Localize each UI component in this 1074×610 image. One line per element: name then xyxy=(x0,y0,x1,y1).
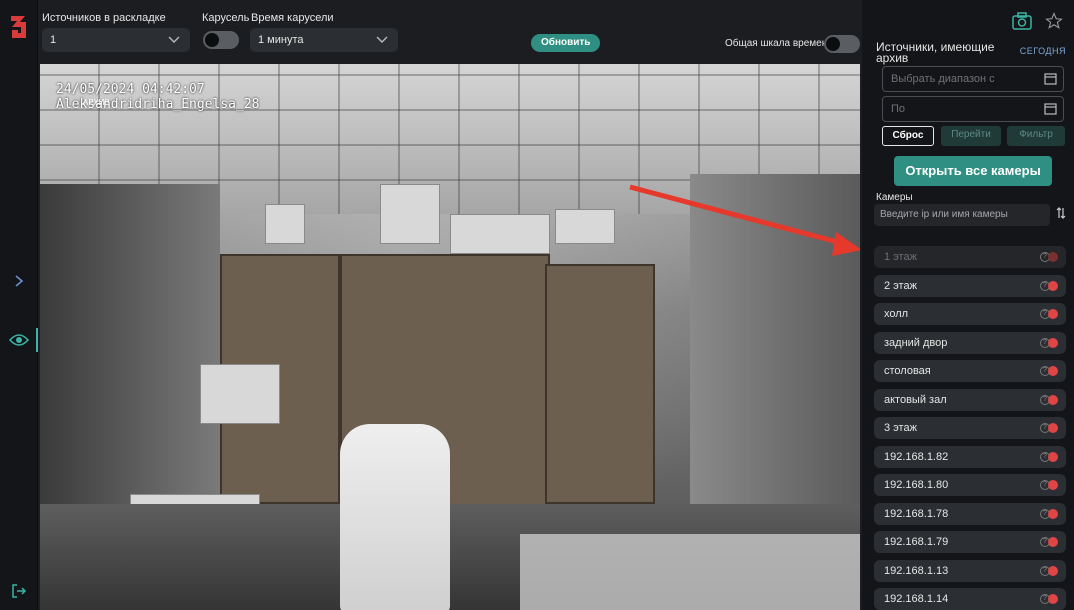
camera-status: ? xyxy=(1040,594,1058,604)
active-indicator xyxy=(36,328,38,352)
reset-button[interactable]: Сброс xyxy=(882,126,934,146)
offline-status-icon xyxy=(1048,594,1058,604)
snapshot-camera-icon[interactable] xyxy=(1012,12,1032,30)
camera-list-item[interactable]: столовая? xyxy=(874,360,1066,382)
camera-list-item[interactable]: 192.168.1.13? xyxy=(874,559,1066,582)
expand-chevron-icon[interactable] xyxy=(8,270,30,292)
sort-icon[interactable] xyxy=(1056,207,1066,219)
calendar-icon[interactable] xyxy=(1044,72,1057,85)
range-from-input[interactable]: Выбрать диапазон с xyxy=(882,66,1064,92)
top-toolbar: Источников в раскладке 1 Карусель Время … xyxy=(38,0,860,62)
cameras-label: Камеры xyxy=(876,192,913,203)
today-link[interactable]: СЕГОДНЯ xyxy=(1020,46,1066,56)
camera-status: ? xyxy=(1040,394,1058,405)
layout-sources-value: 1 xyxy=(50,34,57,46)
camera-name: 2 этаж xyxy=(884,279,917,292)
camera-status: ? xyxy=(1040,337,1058,348)
offline-status-icon xyxy=(1048,508,1058,519)
camera-status: ? xyxy=(1040,537,1058,547)
layout-sources-label: Источников в раскладке xyxy=(42,12,166,24)
refresh-button[interactable]: Обновить xyxy=(531,34,601,52)
logout-icon[interactable] xyxy=(8,580,30,602)
calendar-icon[interactable] xyxy=(1044,102,1057,115)
offline-status-icon xyxy=(1048,366,1058,376)
range-from-placeholder: Выбрать диапазон с xyxy=(891,73,995,85)
carousel-toggle[interactable] xyxy=(203,31,239,49)
filter-button[interactable]: Фильтр xyxy=(1007,126,1065,146)
camera-list-item[interactable]: 192.168.1.79? xyxy=(874,531,1066,553)
camera-status: ? xyxy=(1040,252,1058,262)
offline-status-icon xyxy=(1048,337,1058,348)
camera-name: 192.168.1.13 xyxy=(884,564,949,577)
camera-list-item[interactable]: 192.168.1.78? xyxy=(874,502,1066,525)
app-logo-icon xyxy=(11,16,26,38)
carousel-time-label: Время карусели xyxy=(251,12,334,24)
chevron-down-icon xyxy=(168,36,180,43)
offline-status-icon xyxy=(1048,537,1058,547)
carousel-label: Карусель xyxy=(202,12,250,24)
camera-name: 192.168.1.80 xyxy=(884,479,949,491)
carousel-time-value: 1 минута xyxy=(258,34,304,46)
camera-name: столовая xyxy=(884,365,931,377)
goto-button[interactable]: Перейти xyxy=(941,126,1001,146)
camera-name: 192.168.1.14 xyxy=(884,593,949,605)
camera-status: ? xyxy=(1040,451,1058,462)
offline-status-icon xyxy=(1048,423,1058,433)
offline-status-icon xyxy=(1048,451,1058,462)
camera-name: задний двор xyxy=(884,336,948,349)
camera-status: ? xyxy=(1040,366,1058,376)
camera-name: актовый зал xyxy=(884,393,947,406)
chevron-down-icon xyxy=(376,36,388,43)
camera-view[interactable]: 24/05/2024 04:42:07 Aleksandridriha_Enge… xyxy=(40,64,860,610)
camera-list-item[interactable]: 1 этаж? xyxy=(874,246,1066,268)
range-to-placeholder: По xyxy=(891,103,906,115)
camera-search-input[interactable]: Введите ip или имя камеры xyxy=(874,204,1050,226)
camera-name: 1 этаж xyxy=(884,251,917,263)
star-icon[interactable] xyxy=(1045,12,1063,30)
camera-name: 192.168.1.79 xyxy=(884,536,949,548)
shared-timeline-toggle[interactable] xyxy=(824,35,860,53)
camera-status: ? xyxy=(1040,480,1058,490)
camera-status: ? xyxy=(1040,280,1058,291)
open-all-cameras-button[interactable]: Открыть все камеры xyxy=(894,156,1052,186)
camera-search-placeholder: Введите ip или имя камеры xyxy=(880,209,1008,220)
camera-name: холл xyxy=(884,308,909,320)
camera-name: 3 этаж xyxy=(884,422,917,434)
left-rail xyxy=(0,0,38,610)
eye-icon[interactable] xyxy=(8,329,30,351)
camera-list-item[interactable]: 192.168.1.80? xyxy=(874,474,1066,496)
offline-status-icon xyxy=(1048,309,1058,319)
camera-status: ? xyxy=(1040,423,1058,433)
camera-list-item[interactable]: актовый зал? xyxy=(874,388,1066,411)
camera-list-item[interactable]: 192.168.1.82? xyxy=(874,445,1066,468)
red-arrow-annotation xyxy=(629,184,860,256)
camera-status: ? xyxy=(1040,565,1058,576)
camera-status: ? xyxy=(1040,309,1058,319)
camera-list-item[interactable]: 3 этаж? xyxy=(874,417,1066,439)
offline-status-icon xyxy=(1048,280,1058,291)
carousel-time-select[interactable]: 1 минута xyxy=(250,28,398,52)
camera-name: 192.168.1.82 xyxy=(884,450,949,463)
camera-status: ? xyxy=(1040,508,1058,519)
camera-list-item[interactable]: 192.168.1.14? xyxy=(874,588,1066,610)
offline-status-icon xyxy=(1048,480,1058,490)
offline-status-icon xyxy=(1048,565,1058,576)
panel-title: Источники, имеющие архив xyxy=(876,40,995,65)
shared-timeline-label: Общая шкала времени xyxy=(725,38,833,49)
sources-panel: Источники, имеющие архив СЕГОДНЯ Выбрать… xyxy=(862,0,1074,610)
camera-list: 1 этаж? 2 этаж? холл? задний двор? столовая?… xyxy=(874,246,1066,610)
layout-sources-select[interactable]: 1 xyxy=(42,28,190,52)
camera-list-item[interactable]: 2 этаж? xyxy=(874,274,1066,297)
camera-list-item[interactable]: холл? xyxy=(874,303,1066,325)
offline-status-icon xyxy=(1048,394,1058,405)
offline-status-icon xyxy=(1048,252,1058,262)
camera-list-item[interactable]: задний двор? xyxy=(874,331,1066,354)
range-to-input[interactable]: По xyxy=(882,96,1064,122)
camera-name: 192.168.1.78 xyxy=(884,507,949,520)
